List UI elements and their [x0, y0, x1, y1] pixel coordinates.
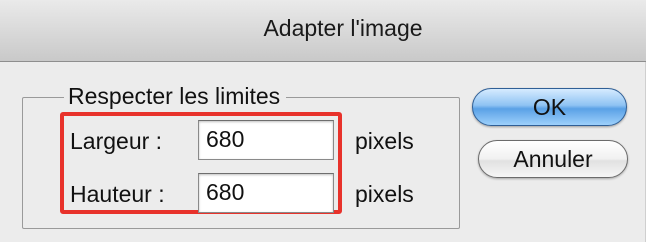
title-bar[interactable]: Adapter l'image: [0, 0, 646, 62]
width-unit-label: pixels: [355, 128, 414, 154]
cancel-button[interactable]: Annuler: [478, 140, 628, 178]
height-unit-label: pixels: [355, 181, 414, 207]
constraints-group-legend: Respecter les limites: [64, 82, 287, 110]
window-title: Adapter l'image: [263, 15, 423, 41]
ok-button[interactable]: OK: [472, 88, 627, 126]
width-field[interactable]: 680: [198, 120, 334, 160]
fit-image-dialog: Adapter l'image Respecter les limites La…: [0, 0, 646, 242]
width-label: Largeur :: [70, 128, 163, 154]
height-field[interactable]: 680: [198, 173, 334, 213]
height-label: Hauteur :: [70, 181, 165, 207]
